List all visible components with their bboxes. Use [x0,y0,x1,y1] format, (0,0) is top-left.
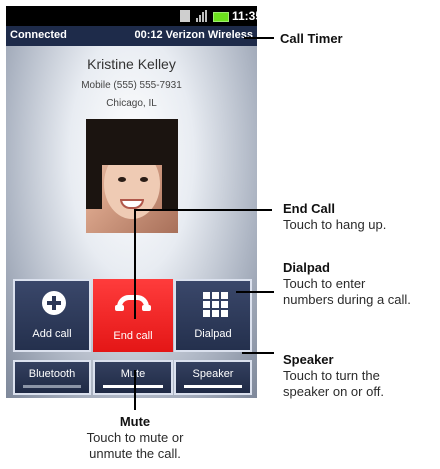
bluetooth-label: Bluetooth [28,368,76,380]
dialpad-callout: Dialpad Touch to enter numbers during a … [283,260,411,308]
battery-icon [213,12,229,22]
contact-photo [86,119,178,233]
add-call-button[interactable]: Add call [13,279,91,352]
dialpad-label: Dialpad [194,328,232,340]
contact-number: Mobile (555) 555-7931 [81,80,182,91]
speaker-callout-desc1: Touch to turn the [283,368,380,383]
end-call-callout-desc: Touch to hang up. [283,217,387,232]
mute-callout: Mute Touch to mute or unmute the call. [65,414,205,462]
end-call-leader-v [134,209,136,319]
contact-location: Chicago, IL [106,98,157,109]
sim-icon [180,10,190,22]
speaker-leader [242,352,274,354]
dialpad-callout-title: Dialpad [283,260,330,275]
plus-icon [42,291,66,315]
end-call-button[interactable]: End call [93,279,173,352]
dialpad-callout-desc1: Touch to enter [283,276,366,291]
dialpad-callout-desc2: numbers during a call. [283,292,411,307]
status-bar: 11:35 [6,6,257,26]
call-status: Connected [10,29,67,41]
contact-name: Kristine Kelley [87,56,176,72]
mute-indicator [103,385,163,388]
add-call-label: Add call [32,328,72,340]
call-timer-leader [244,37,274,39]
signal-icon [196,10,208,22]
mute-leader [134,370,136,410]
end-call-callout: End Call Touch to hang up. [283,201,386,233]
mute-callout-title: Mute [119,414,151,429]
bluetooth-toggle[interactable]: Bluetooth [13,360,91,395]
call-timer-callout: Call Timer [280,31,343,47]
mute-label: Mute [120,368,146,380]
mute-callout-desc2: unmute the call. [89,446,181,461]
dialpad-button[interactable]: Dialpad [174,279,252,352]
call-status-bar: Connected 00:12 Verizon Wireless [6,26,257,46]
speaker-callout-desc2: speaker on or off. [283,384,384,399]
mute-callout-desc1: Touch to mute or [86,430,184,445]
phone-screen: 11:35 Connected 00:12 Verizon Wireless K… [6,6,257,398]
call-timer-callout-title: Call Timer [280,31,343,46]
speaker-callout-title: Speaker [283,352,334,367]
call-timer: 00:12 Verizon Wireless [134,29,253,41]
end-call-label: End call [113,330,153,342]
clock: 11:35 [232,9,257,23]
end-call-leader-h [134,209,272,211]
dialpad-grid-icon [203,292,229,318]
bluetooth-indicator [23,385,81,388]
speaker-toggle[interactable]: Speaker [174,360,252,395]
speaker-callout: Speaker Touch to turn the speaker on or … [283,352,384,400]
speaker-indicator [184,385,242,388]
speaker-label: Speaker [192,368,234,380]
end-call-callout-title: End Call [283,201,336,216]
mute-toggle[interactable]: Mute [93,360,173,395]
dialpad-leader [236,291,274,293]
